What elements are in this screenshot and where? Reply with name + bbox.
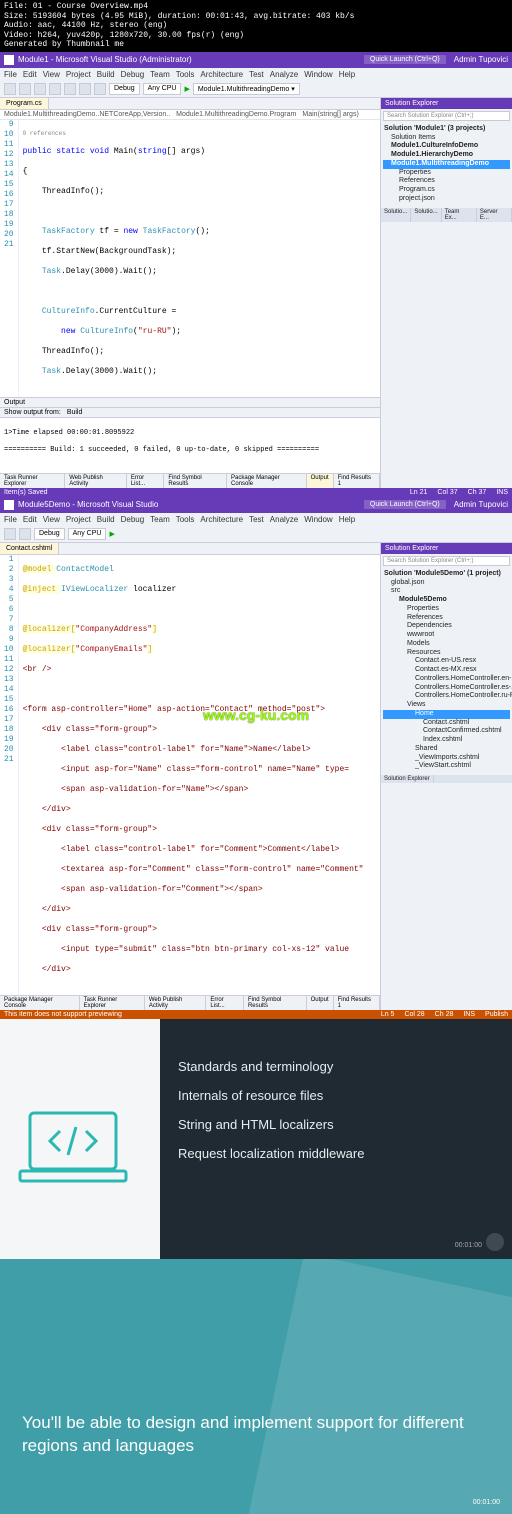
side-search[interactable]: Search Solution Explorer (Ctrl+;)	[383, 111, 510, 121]
bullet-1: Standards and terminology	[178, 1059, 494, 1074]
menu-build[interactable]: Build	[97, 70, 115, 79]
solution-node[interactable]: Solution 'Module1' (3 projects)	[383, 125, 510, 134]
window-title: Module5Demo - Microsoft Visual Studio	[18, 500, 158, 509]
vs-ide-2: Module5Demo - Microsoft Visual Studio Qu…	[0, 497, 512, 1019]
menu-file[interactable]: File	[4, 70, 17, 79]
bottom-tabs[interactable]: Task Runner Explorer Web Publish Activit…	[0, 473, 380, 488]
menu-analyze[interactable]: Analyze	[270, 70, 298, 79]
menu-team[interactable]: Team	[150, 70, 170, 79]
editor-tabs[interactable]: Program.cs	[0, 98, 380, 110]
output-title: Output	[4, 399, 25, 406]
toolbar[interactable]: Debug Any CPU ▶ Module1.MultithreadingDe…	[0, 81, 512, 98]
overview-slide: Standards and terminology Internals of r…	[0, 1019, 512, 1259]
quick-launch[interactable]: Quick Launch (Ctrl+Q)	[364, 55, 446, 64]
menu-bar[interactable]: FileEditViewProjectBuildDebugTeamToolsAr…	[0, 513, 512, 526]
tab-programcs[interactable]: Program.cs	[0, 98, 49, 109]
title-bar[interactable]: Module1 - Microsoft Visual Studio (Admin…	[0, 52, 512, 68]
timestamp: 00:01:00	[473, 1499, 500, 1506]
outcome-text: You'll be able to design and implement s…	[22, 1412, 472, 1458]
brand-dot-icon	[486, 1233, 504, 1251]
side-title: Solution Explorer	[381, 98, 512, 109]
output-panel: Output Show output from: Build 1>Time el…	[0, 397, 380, 487]
menu-debug[interactable]: Debug	[121, 70, 145, 79]
back-icon[interactable]	[4, 83, 16, 95]
status-bar: Item(s) Saved Ln 21 Col 37 Ch 37 INS	[0, 488, 512, 497]
menu-project[interactable]: Project	[66, 70, 91, 79]
video-metadata: File: 01 - Course Overview.mp4 Size: 519…	[0, 0, 512, 52]
title-bar[interactable]: Module5Demo - Microsoft Visual Studio Qu…	[0, 497, 512, 513]
config-combo[interactable]: Debug	[109, 83, 140, 95]
save-icon[interactable]	[64, 83, 76, 95]
user-name[interactable]: Admin Tupovici	[454, 55, 508, 64]
output-source-combo[interactable]: Build	[67, 409, 83, 416]
menu-tools[interactable]: Tools	[176, 70, 195, 79]
start-debug-icon[interactable]: ▶	[109, 530, 114, 538]
menu-edit[interactable]: Edit	[23, 70, 37, 79]
back-icon[interactable]	[4, 528, 16, 540]
line-gutter: 123456789101112131415161718192021	[0, 555, 19, 995]
menu-architecture[interactable]: Architecture	[200, 70, 243, 79]
line-gutter: 9101112131415161718192021	[0, 120, 19, 398]
background-shape	[246, 1259, 512, 1514]
platform-combo[interactable]: Any CPU	[68, 528, 107, 540]
tab-contact[interactable]: Contact.cshtml	[0, 543, 59, 554]
slide-bullets: Standards and terminology Internals of r…	[160, 1019, 512, 1259]
platform-combo[interactable]: Any CPU	[143, 83, 182, 95]
new-icon[interactable]	[34, 83, 46, 95]
toolbar[interactable]: Debug Any CPU ▶	[0, 526, 512, 543]
output-from-label: Show output from:	[4, 409, 61, 416]
timestamp: 00:01:00	[455, 1242, 482, 1249]
bullet-4: Request localization middleware	[178, 1146, 494, 1161]
user-name[interactable]: Admin Tupovici	[454, 500, 508, 509]
output-text[interactable]: 1>Time elapsed 00:00:01.8095922 ========…	[0, 418, 380, 472]
slide-left-panel	[0, 1019, 160, 1259]
code-editor[interactable]: 9101112131415161718192021 0 references p…	[0, 120, 380, 398]
quick-launch[interactable]: Quick Launch (Ctrl+Q)	[364, 500, 446, 509]
redo-icon[interactable]	[94, 83, 106, 95]
open-icon[interactable]	[49, 83, 61, 95]
bullet-2: Internals of resource files	[178, 1088, 494, 1103]
forward-icon[interactable]	[19, 83, 31, 95]
undo-icon[interactable]	[79, 83, 91, 95]
laptop-code-icon	[18, 1109, 128, 1189]
start-debug-icon[interactable]: ▶	[184, 85, 189, 93]
outcome-slide: You'll be able to design and implement s…	[0, 1259, 512, 1514]
vs-logo-icon	[4, 500, 14, 510]
menu-view[interactable]: View	[43, 70, 60, 79]
code-body[interactable]: 0 references public static void Main(str…	[19, 120, 214, 398]
save-icon[interactable]	[19, 528, 31, 540]
bottom-tabs[interactable]: Package Manager Console Task Runner Expl…	[0, 995, 380, 1010]
menu-help[interactable]: Help	[339, 70, 355, 79]
side-tab-strip[interactable]: Solutio... Solutio... Team Ex... Server …	[381, 208, 512, 222]
tree-selected[interactable]: Home	[383, 710, 510, 719]
solution-explorer[interactable]: Solution Explorer Search Solution Explor…	[380, 98, 512, 488]
config-combo[interactable]: Debug	[34, 528, 65, 540]
watermark: www.cg-ku.com	[203, 707, 309, 723]
vs-ide-1: Module1 - Microsoft Visual Studio (Admin…	[0, 52, 512, 497]
status-bar: This item does not support previewing Ln…	[0, 1010, 512, 1019]
menu-window[interactable]: Window	[304, 70, 332, 79]
solution-explorer[interactable]: Solution Explorer Search Solution Explor…	[380, 543, 512, 1010]
menu-test[interactable]: Test	[249, 70, 264, 79]
code-body[interactable]: @model ContactModel @inject IViewLocaliz…	[19, 555, 368, 995]
breadcrumb[interactable]: Module1.MultithreadingDemo..NETCoreApp,V…	[0, 110, 380, 120]
tree-selected[interactable]: Module1.MultithreadingDemo	[383, 160, 510, 169]
bullet-3: String and HTML localizers	[178, 1117, 494, 1132]
code-editor[interactable]: 123456789101112131415161718192021 @model…	[0, 555, 380, 995]
vs-logo-icon	[4, 55, 14, 65]
menu-bar[interactable]: File Edit View Project Build Debug Team …	[0, 68, 512, 81]
editor-tabs[interactable]: Contact.cshtml	[0, 543, 380, 555]
window-title: Module1 - Microsoft Visual Studio (Admin…	[18, 55, 192, 64]
start-target[interactable]: Module1.MultithreadingDemo ▾	[193, 83, 300, 95]
